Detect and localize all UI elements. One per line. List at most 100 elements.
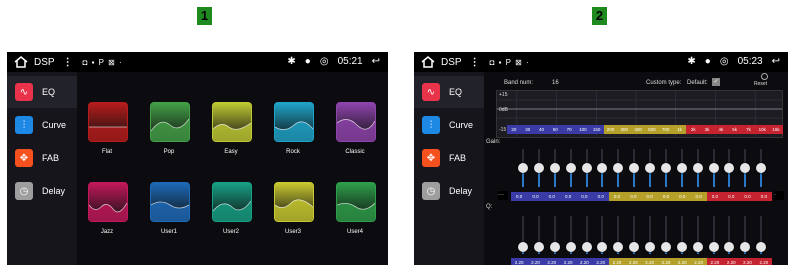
q-label: Q:: [486, 204, 493, 210]
preset-label: Rock: [286, 149, 300, 155]
preset-flat[interactable]: [88, 102, 128, 142]
gain-slider[interactable]: [740, 149, 751, 187]
sidebar-item-label: Curve: [449, 120, 474, 130]
bluetooth-icon: ✱: [287, 56, 296, 67]
preset-rock[interactable]: [274, 102, 314, 142]
gain-slider[interactable]: [518, 149, 528, 187]
sidebar-item-fab[interactable]: ✥ FAB: [414, 142, 484, 174]
q-slider[interactable]: [565, 216, 576, 254]
sidebar-item-eq[interactable]: ∿ EQ: [414, 76, 484, 108]
preset-pop[interactable]: [150, 102, 190, 142]
q-value: 2.20: [690, 258, 707, 265]
eq-wave-icon: ∿: [15, 83, 33, 101]
status-bar: DSP ⋮ ◘ ▪ P ⊠ · ✱ ● ◎ 05:23 ↩: [414, 52, 788, 72]
q-slider[interactable]: [597, 216, 608, 254]
bluetooth-icon: ✱: [687, 56, 696, 67]
q-value: 2.20: [576, 258, 593, 265]
sidebar-item-label: EQ: [449, 87, 463, 97]
back-icon[interactable]: ↩: [772, 56, 780, 67]
gain-values-row: 0.0 0.0 0.0 0.0 0.0 0.0 0.0 0.0 0.0 0.0 0.0 0.0 0.0 0…: [511, 192, 772, 201]
sidebar-item-eq[interactable]: ∿ EQ: [7, 76, 77, 108]
freq-tick-label: 4k: [713, 125, 728, 134]
q-value: 2.20: [723, 258, 740, 265]
sidebar-item-fab[interactable]: ✥ FAB: [7, 142, 77, 174]
menu-icon[interactable]: ⋮: [470, 57, 480, 68]
preset-classic[interactable]: [336, 102, 376, 142]
sidebar-item-curve[interactable]: ⫶ Curve: [414, 109, 484, 141]
reset-icon[interactable]: [761, 73, 768, 80]
q-slider[interactable]: [676, 216, 687, 254]
freq-tick-label: 50: [548, 125, 563, 134]
q-slider[interactable]: [518, 216, 528, 254]
notification-icons: ◘ ▪ P ⊠ ·: [489, 57, 530, 67]
location-icon: ●: [704, 56, 711, 67]
q-slider[interactable]: [613, 216, 624, 254]
freq-tick-label: 2k: [686, 125, 701, 134]
q-slider[interactable]: [629, 216, 640, 254]
q-slider[interactable]: [692, 216, 703, 254]
home-icon[interactable]: [14, 56, 28, 68]
gain-value: 0.0: [706, 192, 724, 201]
q-value: 2.20: [625, 258, 642, 265]
freq-tick-label: 200: [603, 125, 618, 134]
preset-user2[interactable]: [212, 182, 252, 222]
gain-slider[interactable]: [708, 149, 719, 187]
freq-tick-label: 700: [658, 125, 673, 134]
q-slider[interactable]: [581, 216, 592, 254]
gain-slider[interactable]: [629, 149, 640, 187]
q-value: 2.20: [739, 258, 756, 265]
next-bands-icon[interactable]: ·: [774, 191, 784, 200]
gain-label: Gain:: [486, 139, 501, 145]
gain-slider[interactable]: [756, 149, 767, 187]
q-value: 2.20: [511, 258, 528, 265]
q-slider[interactable]: [740, 216, 751, 254]
freq-tick-label: 70: [562, 125, 576, 134]
preset-user3[interactable]: [274, 182, 314, 222]
q-slider[interactable]: [724, 216, 735, 254]
gain-slider[interactable]: [724, 149, 735, 187]
gain-slider[interactable]: [613, 149, 624, 187]
app-title: DSP: [34, 56, 55, 68]
q-value: 2.20: [592, 258, 609, 265]
balance-icon: ✥: [422, 149, 440, 167]
gain-slider[interactable]: [692, 149, 703, 187]
custom-type-select[interactable]: Default:: [687, 80, 708, 86]
q-slider[interactable]: [549, 216, 560, 254]
home-icon[interactable]: [421, 56, 435, 68]
reset-button[interactable]: Reset: [754, 81, 767, 87]
q-slider[interactable]: [645, 216, 655, 254]
q-slider[interactable]: [660, 216, 671, 254]
preset-jazz[interactable]: [88, 182, 128, 222]
gain-value: 0.0: [559, 192, 577, 201]
sidebar-item-curve[interactable]: ⫶ Curve: [7, 109, 77, 141]
q-slider[interactable]: [533, 216, 544, 254]
sidebar-item-label: Delay: [42, 186, 66, 196]
q-value: 2.20: [706, 258, 724, 265]
menu-icon[interactable]: ⋮: [63, 57, 73, 68]
prev-bands-icon[interactable]: ···: [498, 191, 508, 200]
band-num-label: Band num:: [504, 80, 534, 86]
gain-slider[interactable]: [645, 149, 655, 187]
preset-easy[interactable]: [212, 102, 252, 142]
dropdown-check-icon[interactable]: ✓: [712, 78, 720, 86]
preset-user1[interactable]: [150, 182, 190, 222]
gain-value: 0.0: [690, 192, 707, 201]
gain-slider[interactable]: [660, 149, 671, 187]
q-slider[interactable]: [708, 216, 719, 254]
gain-slider[interactable]: [581, 149, 592, 187]
gain-slider[interactable]: [676, 149, 687, 187]
preset-user4[interactable]: [336, 182, 376, 222]
back-icon[interactable]: ↩: [372, 56, 380, 67]
gain-slider[interactable]: [533, 149, 544, 187]
sidebar-item-delay[interactable]: ◷ Delay: [414, 175, 484, 207]
gain-slider[interactable]: [565, 149, 576, 187]
clock-time: 05:21: [337, 56, 363, 67]
q-value: 2.20: [674, 258, 691, 265]
gain-slider[interactable]: [597, 149, 608, 187]
gain-slider[interactable]: [549, 149, 560, 187]
gain-value: 0.0: [592, 192, 609, 201]
q-slider[interactable]: [756, 216, 767, 254]
sidebar-item-delay[interactable]: ◷ Delay: [7, 175, 77, 207]
gain-value: 0.0: [657, 192, 675, 201]
radio-icon: ◎: [319, 56, 329, 67]
